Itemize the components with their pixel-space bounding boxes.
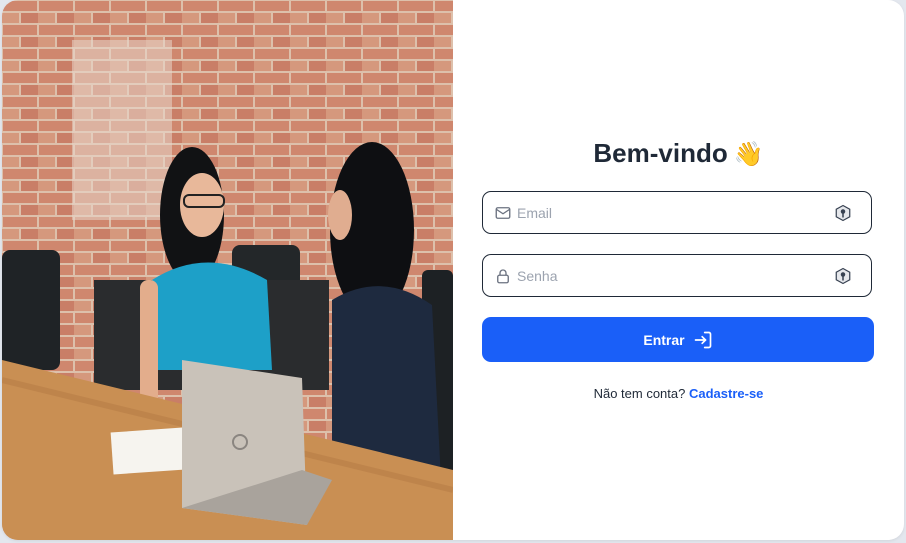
welcome-title-text: Bem-vindo <box>593 138 728 168</box>
signup-prompt: Não tem conta? Cadastre-se <box>453 386 904 401</box>
email-input[interactable] <box>517 192 827 233</box>
password-field[interactable] <box>482 254 872 297</box>
mail-icon <box>495 207 511 219</box>
waving-hand-icon: 👋 <box>733 140 764 168</box>
login-button-label: Entrar <box>643 331 685 348</box>
signup-link[interactable]: Cadastre-se <box>689 386 763 401</box>
login-button[interactable]: Entrar <box>482 317 874 362</box>
login-panel: Bem-vindo 👋 Email Entrar Não tem conta? … <box>453 0 904 540</box>
password-input[interactable] <box>517 255 827 296</box>
password-manager-key-icon[interactable] <box>834 267 852 285</box>
welcome-title: Bem-vindo 👋 <box>453 138 904 169</box>
password-manager-key-icon[interactable] <box>834 204 852 222</box>
lock-icon <box>497 269 509 284</box>
hero-photo <box>2 0 453 540</box>
login-card: Bem-vindo 👋 Email Entrar Não tem conta? … <box>2 0 904 540</box>
login-icon <box>694 331 711 348</box>
email-field[interactable] <box>482 191 872 234</box>
signup-prompt-text: Não tem conta? <box>593 386 686 401</box>
